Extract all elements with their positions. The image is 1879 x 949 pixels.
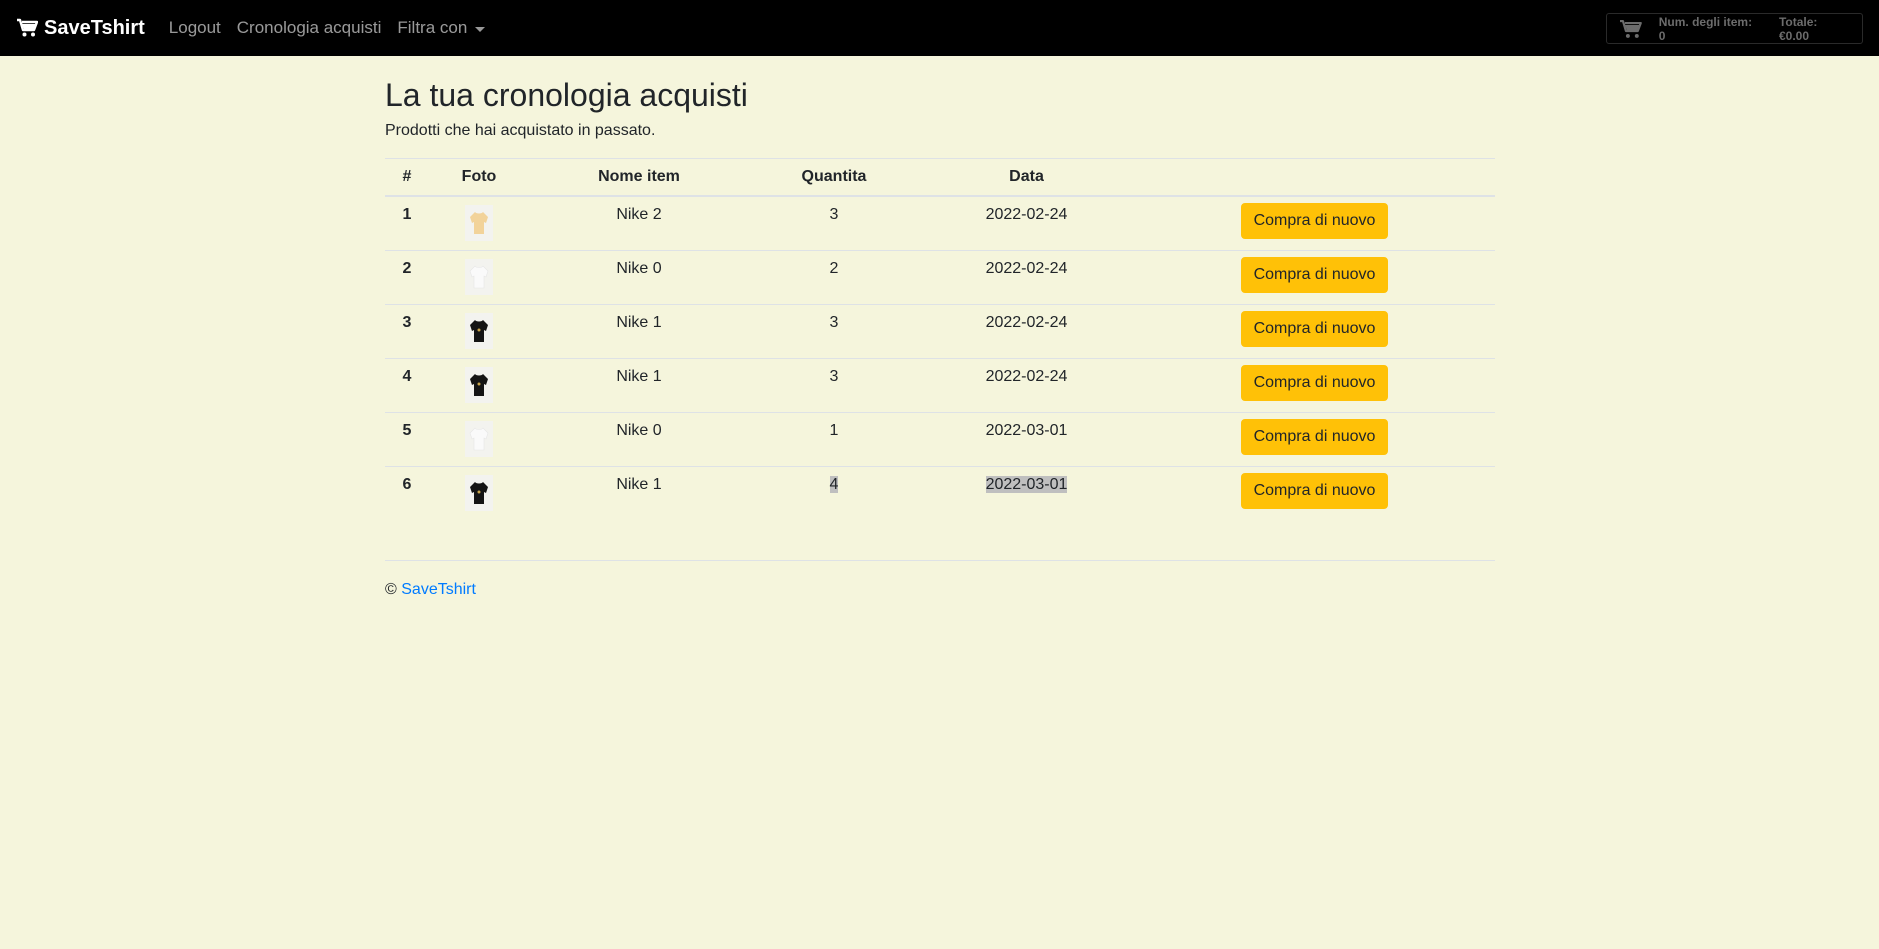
main-content: La tua cronologia acquisti Prodotti che … — [385, 56, 1495, 599]
row-item-name: Nike 0 — [529, 250, 749, 305]
table-header-row: # Foto Nome item Quantita Data — [385, 158, 1495, 198]
row-quantity: 3 — [749, 304, 919, 359]
buy-again-button[interactable]: Compra di nuovo — [1240, 257, 1389, 294]
table-row: 6 Nike 1 4 2022-03-01 Compra di nuovo — [385, 466, 1495, 521]
row-date: 2022-02-24 — [919, 304, 1134, 359]
table-row: 5 Nike 0 1 2022-03-01 Compra di nuovo — [385, 412, 1495, 467]
row-action: Compra di nuovo — [1134, 250, 1495, 305]
row-quantity: 4 — [749, 466, 919, 521]
table-row: 4 Nike 1 3 2022-02-24 Compra di nuovo — [385, 358, 1495, 413]
buy-again-button[interactable]: Compra di nuovo — [1240, 365, 1389, 402]
row-item-name: Nike 1 — [529, 466, 749, 521]
shopping-cart-icon — [1619, 19, 1642, 38]
buy-again-button[interactable]: Compra di nuovo — [1240, 203, 1389, 240]
header-action — [1134, 158, 1495, 198]
row-date: 2022-02-24 — [919, 358, 1134, 413]
row-date: 2022-03-01 — [919, 412, 1134, 467]
row-item-name: Nike 1 — [529, 304, 749, 359]
navbar: SaveTshirt Logout Cronologia acquisti Fi… — [0, 0, 1879, 56]
row-action: Compra di nuovo — [1134, 196, 1495, 251]
row-photo — [429, 250, 529, 305]
cart-item-count: Num. degli item: 0 — [1658, 14, 1753, 43]
hoodie-white-icon — [465, 259, 493, 296]
row-quantity: 3 — [749, 358, 919, 413]
row-index: 2 — [385, 250, 429, 305]
table-row: 2 Nike 0 2 2022-02-24 Compra di nuovo — [385, 250, 1495, 305]
header-item-name: Nome item — [529, 158, 749, 198]
row-index: 5 — [385, 412, 429, 467]
row-quantity: 1 — [749, 412, 919, 467]
row-photo — [429, 412, 529, 467]
row-action: Compra di nuovo — [1134, 466, 1495, 521]
row-quantity: 3 — [829, 206, 839, 224]
hoodie-black-icon — [465, 367, 493, 404]
header-photo: Foto — [429, 158, 529, 198]
header-date: Data — [919, 158, 1134, 198]
filter-dropdown-label: Filtra con — [397, 18, 468, 37]
row-action: Compra di nuovo — [1134, 358, 1495, 413]
row-action: Compra di nuovo — [1134, 412, 1495, 467]
cart-icon — [17, 18, 38, 37]
page-title: La tua cronologia acquisti — [385, 77, 748, 113]
purchase-history-table: # Foto Nome item Quantita Data 1 Nike 2 … — [385, 158, 1495, 521]
table-row: 1 Nike 2 3 2022-02-24 Compra di nuovo — [385, 196, 1495, 251]
brand-name: SaveTshirt — [44, 16, 145, 39]
cart-total: Totale: €0.00 — [1778, 14, 1818, 43]
row-date: 2022-02-24 — [919, 250, 1134, 305]
row-photo — [429, 466, 529, 521]
hoodie-black-icon — [465, 475, 493, 512]
row-index: 6 — [385, 466, 429, 521]
row-action: Compra di nuovo — [1134, 304, 1495, 359]
nav-purchase-history[interactable]: Cronologia acquisti — [237, 18, 382, 38]
cart-summary-button[interactable]: Num. degli item: 0 Totale: €0.00 — [1606, 13, 1863, 44]
row-item-name: Nike 1 — [529, 358, 749, 413]
row-index: 1 — [402, 206, 412, 224]
nav-filter-dropdown[interactable]: Filtra con — [397, 18, 486, 38]
footer-brand-link[interactable]: SaveTshirt — [401, 581, 476, 598]
buy-again-button[interactable]: Compra di nuovo — [1240, 473, 1389, 510]
buy-again-button[interactable]: Compra di nuovo — [1240, 311, 1389, 348]
row-item-name: Nike 0 — [529, 412, 749, 467]
table-row: 3 Nike 1 3 2022-02-24 Compra di nuovo — [385, 304, 1495, 359]
brand-link[interactable]: SaveTshirt — [16, 17, 145, 40]
row-index: 3 — [385, 304, 429, 359]
buy-again-button[interactable]: Compra di nuovo — [1240, 419, 1389, 456]
header-quantity: Quantita — [749, 158, 919, 198]
caret-down-icon — [475, 26, 486, 32]
hoodie-white-icon — [465, 421, 493, 458]
row-date: 2022-03-01 — [919, 466, 1134, 521]
row-photo — [429, 196, 529, 251]
hoodie-black-icon — [465, 313, 493, 350]
page-subtitle: Prodotti che hai acquistato in passato. — [385, 122, 656, 140]
header-index: # — [385, 158, 429, 198]
selected-text: 4 — [829, 476, 839, 494]
nav-logout[interactable]: Logout — [169, 18, 221, 38]
footer: © SaveTshirt — [385, 560, 1495, 599]
row-index: 4 — [385, 358, 429, 413]
row-quantity: 2 — [749, 250, 919, 305]
row-item-name: Nike 2 — [616, 206, 662, 224]
copyright-symbol: © — [385, 581, 397, 599]
hoodie-beige-icon — [465, 205, 493, 242]
selected-text: 2022-03-01 — [985, 476, 1068, 494]
row-photo — [429, 304, 529, 359]
row-date: 2022-02-24 — [985, 206, 1068, 224]
row-photo — [429, 358, 529, 413]
